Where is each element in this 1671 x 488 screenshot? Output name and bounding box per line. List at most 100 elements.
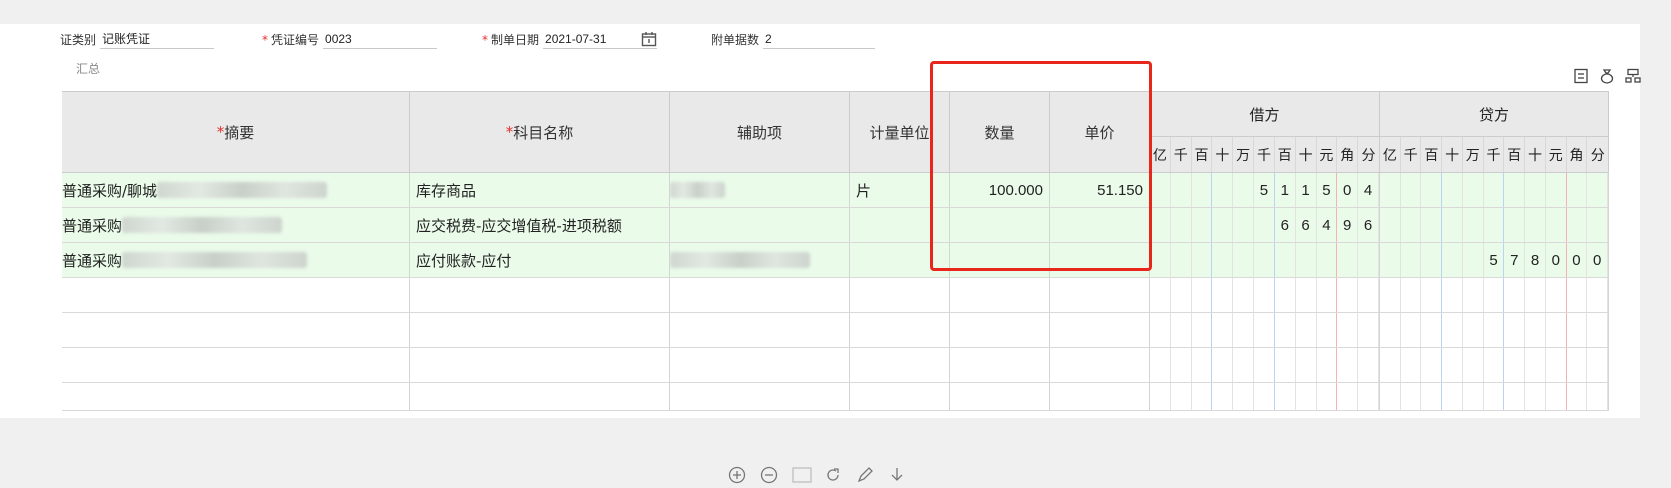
amount-digit <box>1525 348 1546 382</box>
auxiliary-cell[interactable] <box>670 173 850 207</box>
unit-cell[interactable] <box>850 278 950 312</box>
credit-amount-cell[interactable] <box>1380 383 1609 410</box>
date-input[interactable]: 2021-07-31 <box>543 30 658 49</box>
quantity-cell[interactable] <box>950 208 1050 242</box>
account-cell[interactable] <box>410 348 670 382</box>
summary-tab[interactable]: 汇总 <box>76 60 100 77</box>
amount-digit <box>1380 173 1401 207</box>
amount-digit: 1 <box>1296 173 1317 207</box>
account-cell[interactable] <box>410 278 670 312</box>
quantity-cell[interactable] <box>950 278 1050 312</box>
auxiliary-cell[interactable] <box>670 313 850 347</box>
unit-cell[interactable] <box>850 383 950 410</box>
unit-price-cell[interactable] <box>1050 313 1150 347</box>
debit-amount-cell[interactable]: 66496 <box>1150 208 1380 242</box>
debit-amount-cell[interactable] <box>1150 348 1380 382</box>
amount-digit <box>1463 313 1484 347</box>
hierarchy-icon[interactable] <box>1625 68 1641 84</box>
credit-place-1: 千 <box>1401 137 1422 172</box>
quantity-cell[interactable] <box>950 243 1050 277</box>
voucher-table: * 摘要 * 科目名称 辅助项 计量单位 数量 单价 借方 亿千百十万千百十元角分 … <box>62 91 1609 411</box>
unit-price-cell[interactable] <box>1050 348 1150 382</box>
amount-digit <box>1296 243 1317 277</box>
unit-price-cell[interactable] <box>1050 243 1150 277</box>
account-cell[interactable]: 库存商品 <box>410 173 670 207</box>
summary-cell[interactable]: 普通采购/聊城 <box>62 173 410 207</box>
auxiliary-cell[interactable] <box>670 348 850 382</box>
empty-row[interactable] <box>62 348 1609 383</box>
empty-row[interactable] <box>62 278 1609 313</box>
quantity-cell[interactable] <box>950 313 1050 347</box>
money-bag-icon[interactable] <box>1599 68 1615 84</box>
quantity-cell[interactable]: 100.000 <box>950 173 1050 207</box>
credit-place-0: 亿 <box>1380 137 1401 172</box>
summary-text: 普通采购/聊城 <box>62 181 158 200</box>
debit-amount-cell[interactable] <box>1150 383 1380 410</box>
empty-row[interactable] <box>62 313 1609 348</box>
unit-price-cell[interactable] <box>1050 383 1150 410</box>
download-icon[interactable] <box>888 466 906 484</box>
summary-cell[interactable]: 普通采购 <box>62 208 410 242</box>
empty-row[interactable] <box>62 383 1609 411</box>
credit-amount-cell[interactable] <box>1380 348 1609 382</box>
unit-cell[interactable] <box>850 313 950 347</box>
calendar-icon[interactable] <box>641 31 657 47</box>
table-row[interactable]: 普通采购 应交税费-应交增值税-进项税额 6 6 4 9 6 <box>62 208 1609 243</box>
zoom-in-icon[interactable] <box>728 466 746 484</box>
amount-digit <box>1504 383 1526 410</box>
debit-place-5: 千 <box>1254 137 1275 172</box>
debit-label: 借方 <box>1150 92 1379 137</box>
auxiliary-cell[interactable] <box>670 243 850 277</box>
account-cell[interactable]: 应付账款-应付 <box>410 243 670 277</box>
summary-cell[interactable] <box>62 313 410 347</box>
unit-price-cell[interactable]: 51.150 <box>1050 173 1150 207</box>
account-cell[interactable]: 应交税费-应交增值税-进项税额 <box>410 208 670 242</box>
unit-cell[interactable] <box>850 208 950 242</box>
quantity-cell[interactable] <box>950 383 1050 410</box>
debit-amount-cell[interactable] <box>1150 313 1380 347</box>
edit-icon[interactable] <box>856 466 874 484</box>
voucher-type-input[interactable]: 记账凭证 <box>100 30 215 49</box>
unit-cell[interactable]: 片 <box>850 173 950 207</box>
auxiliary-cell[interactable] <box>670 383 850 410</box>
list-icon[interactable] <box>1573 68 1589 84</box>
summary-text: 普通采购 <box>62 251 123 270</box>
summary-cell[interactable] <box>62 348 410 382</box>
amount-digit <box>1567 208 1588 242</box>
unit-price-cell[interactable] <box>1050 278 1150 312</box>
quantity-cell[interactable] <box>950 348 1050 382</box>
summary-cell[interactable] <box>62 383 410 410</box>
amount-digit <box>1275 383 1296 410</box>
attachments-input[interactable]: 2 <box>763 30 876 49</box>
amount-digit <box>1567 313 1588 347</box>
table-row[interactable]: 普通采购/聊城 库存商品 片 100.000 51.150 5 1 1 5 0 4 <box>62 173 1609 208</box>
credit-amount-cell[interactable] <box>1380 313 1609 347</box>
rotate-icon[interactable] <box>824 466 842 484</box>
debit-amount-cell[interactable] <box>1150 278 1380 312</box>
voucher-no-input[interactable]: 0023 <box>323 30 438 49</box>
unit-cell[interactable] <box>850 348 950 382</box>
amount-digit <box>1317 278 1338 312</box>
credit-amount-cell[interactable] <box>1380 278 1609 312</box>
debit-amount-cell[interactable]: 511504 <box>1150 173 1380 207</box>
auxiliary-cell[interactable] <box>670 208 850 242</box>
unit-price-cell[interactable] <box>1050 208 1150 242</box>
debit-amount-cell[interactable] <box>1150 243 1380 277</box>
account-cell[interactable] <box>410 313 670 347</box>
auxiliary-cell[interactable] <box>670 278 850 312</box>
summary-cell[interactable]: 普通采购 <box>62 243 410 277</box>
amount-digit: 5 <box>1254 173 1275 207</box>
amount-digit: 7 <box>1504 243 1526 277</box>
credit-amount-cell[interactable] <box>1380 173 1609 207</box>
unit-cell[interactable] <box>850 243 950 277</box>
table-row[interactable]: 普通采购 应付账款-应付 5 7 8 0 0 0 <box>62 243 1609 278</box>
credit-amount-cell[interactable]: 578000 <box>1380 243 1609 277</box>
summary-cell[interactable] <box>62 278 410 312</box>
amount-digit <box>1504 348 1526 382</box>
account-cell[interactable] <box>410 383 670 410</box>
zoom-out-icon[interactable] <box>760 466 778 484</box>
amount-digit <box>1296 383 1317 410</box>
credit-amount-cell[interactable] <box>1380 208 1609 242</box>
summary-text: 普通采购 <box>62 216 123 235</box>
actual-size-icon[interactable] <box>792 466 812 484</box>
